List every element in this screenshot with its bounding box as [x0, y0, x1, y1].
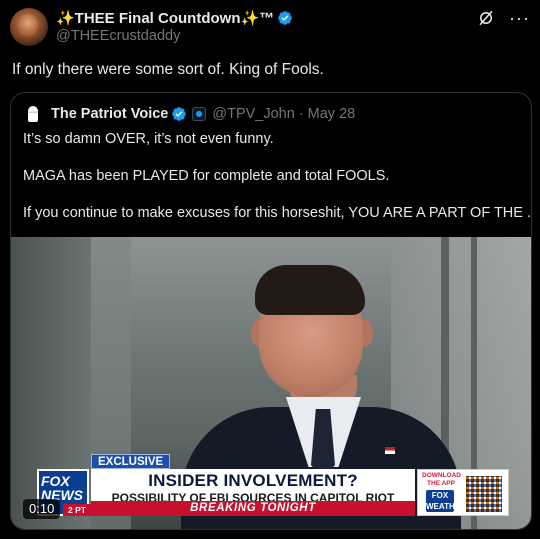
author-handle[interactable]: @THEEcrustdaddy [56, 28, 180, 44]
author-name-row: ✨THEE Final Countdown✨™ [56, 9, 293, 27]
quoted-avatar[interactable] [23, 104, 43, 124]
quoted-text-line: If you continue to make excuses for this… [23, 205, 532, 221]
dot-separator: · [298, 106, 304, 122]
avatar[interactable] [10, 8, 48, 46]
video-timestamp: 0:10 [23, 499, 61, 519]
chyron-headline: INSIDER INVOLVEMENT? [148, 471, 358, 490]
tweet[interactable]: ✨THEE Final Countdown✨™ @THEEcrustdaddy … [0, 0, 540, 539]
flag-pin [385, 447, 395, 454]
video-player[interactable]: FOX NEWS 2 PT EXCLUSIVE INSIDER INVOLVEM… [11, 237, 531, 529]
grok-icon[interactable] [477, 9, 495, 27]
quoted-display-name[interactable]: The Patriot Voice [51, 106, 168, 122]
app-promo: DOWNLOAD THE APP FOX WEATHER [417, 469, 509, 516]
quoted-text-line: It’s so damn OVER, it’s not even funny. [23, 131, 274, 147]
exclusive-tag: EXCLUSIVE [91, 454, 171, 469]
quoted-text-line: MAGA has been PLAYED for complete and to… [23, 168, 390, 184]
time-badge: 2 PT [63, 504, 91, 516]
verified-badge-icon [172, 107, 187, 121]
qr-code-icon [464, 474, 504, 514]
news-chyron: FOX NEWS 2 PT EXCLUSIVE INSIDER INVOLVEM… [31, 454, 511, 529]
affiliate-badge-icon[interactable] [192, 107, 207, 121]
breaking-ticker: BREAKING TONIGHT [91, 501, 415, 516]
tweet-text: If only there were some sort of. King of… [12, 61, 324, 78]
more-options-icon[interactable]: ··· [509, 9, 530, 27]
app-logo: FOX WEATHER [426, 490, 466, 512]
anchor-hair [255, 265, 365, 315]
verified-badge-icon [278, 11, 293, 25]
quoted-tweet[interactable]: The Patriot Voice @TPV_John · May 28 It’… [10, 92, 532, 530]
author-display-name[interactable]: ✨THEE Final Countdown✨™ [56, 9, 274, 27]
quoted-handle[interactable]: @TPV_John [212, 106, 294, 122]
app-promo-text: DOWNLOAD THE APP [422, 472, 461, 487]
quoted-tweet-header: The Patriot Voice @TPV_John · May 28 [23, 104, 356, 124]
quoted-date[interactable]: May 28 [308, 106, 356, 122]
tweet-top-actions: ··· [477, 9, 530, 27]
